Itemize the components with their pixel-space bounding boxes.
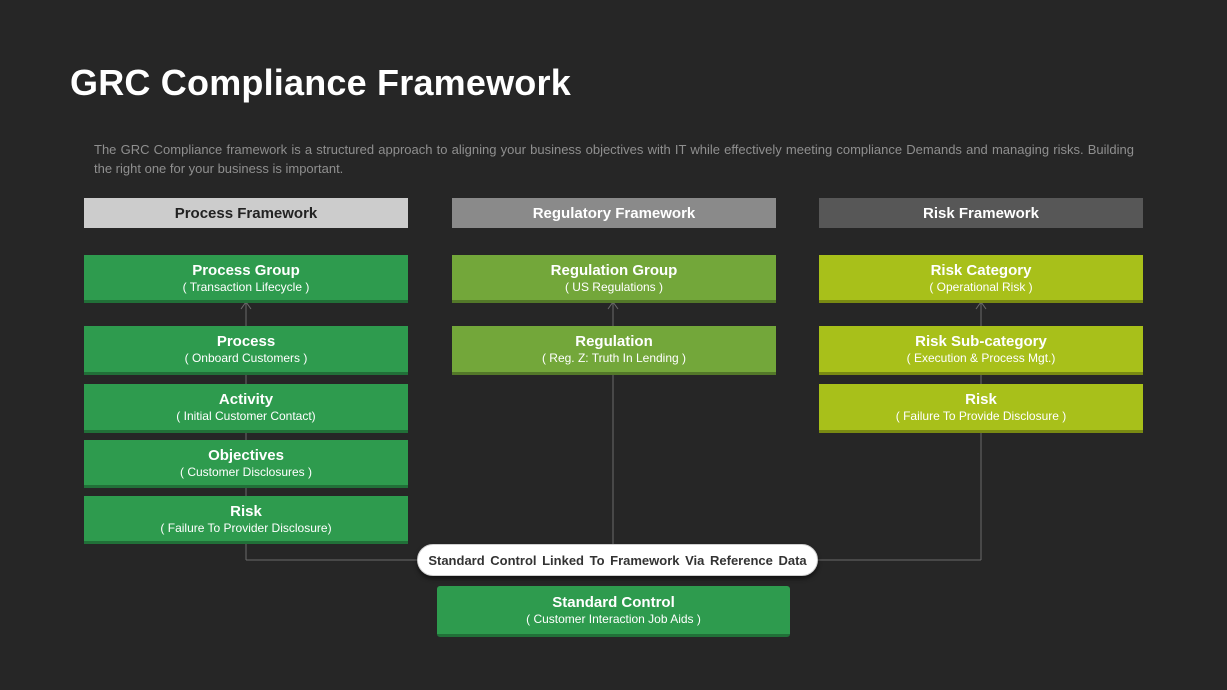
- regulation-group-box: Regulation Group ( US Regulations ): [452, 255, 776, 303]
- process-group-box: Process Group ( Transaction Lifecycle ): [84, 255, 408, 303]
- box-title: Risk: [965, 391, 997, 408]
- risk-subcategory-box: Risk Sub-category ( Execution & Process …: [819, 326, 1143, 375]
- risk-category-box: Risk Category ( Operational Risk ): [819, 255, 1143, 303]
- standard-control-box: Standard Control ( Customer Interaction …: [437, 586, 790, 637]
- risk-framework-header: Risk Framework: [819, 198, 1143, 228]
- box-title: Objectives: [208, 446, 284, 464]
- box-title: Standard Control: [552, 594, 675, 611]
- process-framework-header: Process Framework: [84, 198, 408, 228]
- process-risk-box: Risk ( Failure To Provider Disclosure): [84, 496, 408, 544]
- box-title: Activity: [218, 391, 274, 408]
- box-title: Risk Sub-category: [915, 333, 1047, 350]
- regulatory-framework-header: Regulatory Framework: [452, 198, 776, 228]
- box-subtitle: ( Execution & Process Mgt.): [906, 351, 1056, 365]
- box-subtitle: ( Reg. Z: Truth In Lending ): [541, 351, 687, 365]
- box-title: Process Group: [192, 261, 300, 279]
- regulation-box: Regulation ( Reg. Z: Truth In Lending ): [452, 326, 776, 375]
- risk-box: Risk ( Failure To Provide Disclosure ): [819, 384, 1143, 433]
- box-title: Regulation: [575, 333, 653, 350]
- box-subtitle: ( Initial Customer Contact): [176, 409, 316, 423]
- process-box: Process ( Onboard Customers ): [84, 326, 408, 375]
- box-title: Risk Category: [930, 261, 1032, 279]
- box-subtitle: ( Customer Disclosures ): [179, 464, 313, 479]
- box-subtitle: ( US Regulations ): [564, 279, 664, 294]
- box-title: Risk: [230, 502, 262, 520]
- box-subtitle: ( Customer Interaction Job Aids ): [526, 612, 701, 626]
- activity-box: Activity ( Initial Customer Contact): [84, 384, 408, 433]
- box-subtitle: ( Operational Risk ): [929, 279, 1033, 294]
- objectives-box: Objectives ( Customer Disclosures ): [84, 440, 408, 488]
- box-subtitle: ( Onboard Customers ): [184, 351, 308, 365]
- box-subtitle: ( Transaction Lifecycle ): [182, 279, 310, 294]
- box-title: Process: [216, 333, 276, 350]
- box-subtitle: ( Failure To Provide Disclosure ): [895, 409, 1067, 423]
- box-subtitle: ( Failure To Provider Disclosure): [160, 520, 332, 535]
- box-title: Regulation Group: [550, 261, 678, 279]
- link-label-pill: Standard Control Linked To Framework Via…: [417, 544, 818, 576]
